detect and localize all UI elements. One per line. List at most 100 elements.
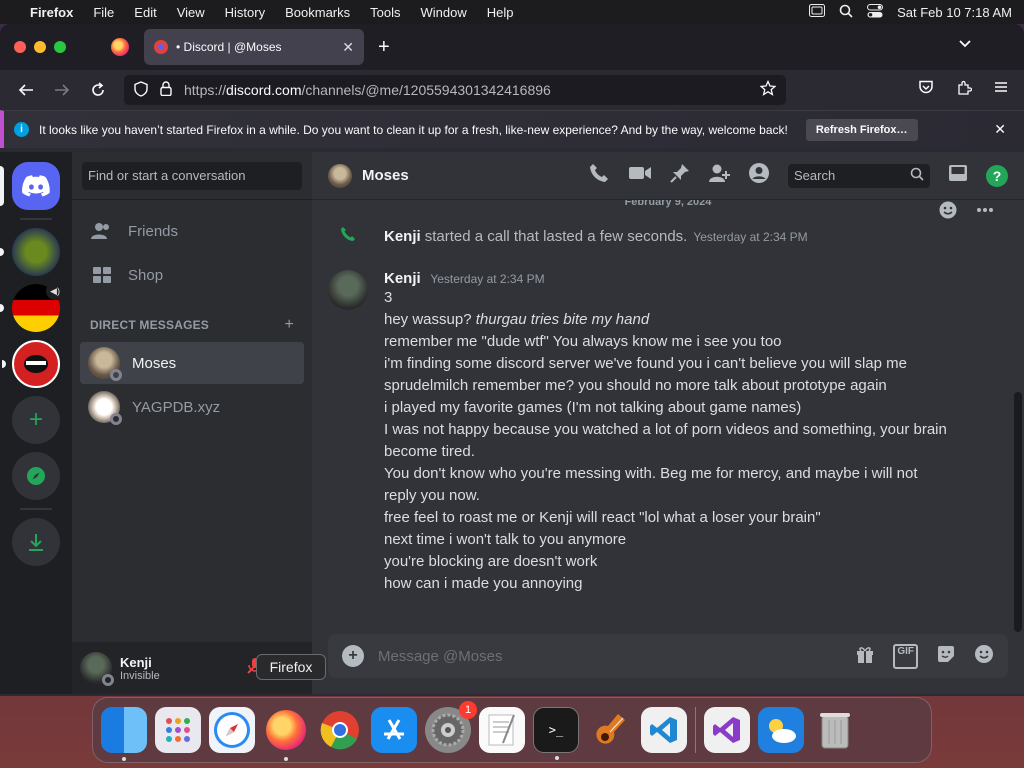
visual-studio-icon[interactable] xyxy=(704,707,750,753)
display-icon[interactable] xyxy=(809,4,826,20)
dock-tooltip: Firefox xyxy=(256,654,326,680)
pinned-tab-firefox[interactable] xyxy=(100,29,140,65)
server-sidebar: ◀) + xyxy=(0,152,72,694)
zoom-window-button[interactable] xyxy=(54,41,66,53)
message-input[interactable]: Message @Moses xyxy=(378,648,841,665)
launchpad-icon[interactable] xyxy=(155,707,201,753)
chat-scrollbar[interactable] xyxy=(1014,392,1022,632)
tab-discord[interactable]: • Discord | @Moses ✕ xyxy=(144,29,364,65)
user-avatar[interactable] xyxy=(80,652,114,686)
menu-edit[interactable]: Edit xyxy=(134,5,156,20)
lock-icon[interactable] xyxy=(160,81,172,99)
reload-button[interactable] xyxy=(84,76,112,104)
emoji-icon[interactable] xyxy=(974,644,994,669)
close-window-button[interactable] xyxy=(14,41,26,53)
discord-logo-icon xyxy=(22,175,50,197)
pinned-messages-icon[interactable] xyxy=(670,163,690,188)
close-tab-icon[interactable]: ✕ xyxy=(342,39,354,56)
chrome-icon[interactable] xyxy=(317,707,363,753)
menu-app-firefox[interactable]: Firefox xyxy=(30,5,73,20)
header-toolbar: Search ? xyxy=(588,162,1008,189)
add-reaction-icon[interactable] xyxy=(938,200,958,225)
bookmark-star-icon[interactable] xyxy=(759,79,777,101)
weather-icon[interactable] xyxy=(758,707,804,753)
url-bar[interactable]: https://discord.com/channels/@me/1205594… xyxy=(124,75,786,105)
menu-history[interactable]: History xyxy=(225,5,265,20)
server-icon-3[interactable] xyxy=(2,340,60,388)
sidebar-item-shop[interactable]: Shop xyxy=(80,254,304,296)
inbox-icon[interactable] xyxy=(948,164,968,187)
extensions-icon[interactable] xyxy=(956,80,973,100)
terminal-icon[interactable]: >_ xyxy=(533,707,579,760)
gif-picker-button[interactable]: GIF xyxy=(893,643,918,669)
more-options-icon[interactable] xyxy=(976,200,994,225)
user-info[interactable]: Kenji Invisible xyxy=(120,655,160,682)
menu-tools[interactable]: Tools xyxy=(370,5,400,20)
macos-dock: 1 >_ xyxy=(92,697,932,763)
discord-home-button[interactable] xyxy=(0,162,60,210)
url-text[interactable]: https://discord.com/channels/@me/1205594… xyxy=(184,82,551,98)
spotlight-search-icon[interactable] xyxy=(839,4,853,21)
server-icon-2[interactable]: ◀) xyxy=(0,282,64,332)
user-profile-icon[interactable] xyxy=(748,162,770,189)
message-author[interactable]: Kenji xyxy=(384,270,421,287)
server-icon-1[interactable] xyxy=(0,228,60,276)
menu-help[interactable]: Help xyxy=(487,5,514,20)
refresh-firefox-button[interactable]: Refresh Firefox… xyxy=(805,118,918,141)
download-apps-button[interactable] xyxy=(12,518,60,566)
gift-icon[interactable] xyxy=(855,644,875,669)
menu-window[interactable]: Window xyxy=(421,5,467,20)
create-dm-button[interactable]: + xyxy=(284,316,294,334)
find-conversation-input[interactable]: Find or start a conversation xyxy=(82,161,302,190)
channel-search-input[interactable]: Search xyxy=(788,163,930,188)
avatar xyxy=(88,347,122,381)
firefox-icon xyxy=(266,710,306,750)
menu-bookmarks[interactable]: Bookmarks xyxy=(285,5,350,20)
notification-badge: 1 xyxy=(459,701,477,719)
sidebar-item-friends[interactable]: Friends xyxy=(80,210,304,252)
system-settings-icon[interactable]: 1 xyxy=(425,701,477,753)
start-video-call-icon[interactable] xyxy=(628,165,652,186)
tracking-protection-shield-icon[interactable] xyxy=(134,80,148,100)
app-store-icon[interactable] xyxy=(371,707,417,753)
message-line: You don't know who you're messing with. … xyxy=(384,465,918,482)
garageband-icon[interactable] xyxy=(587,707,633,753)
call-timestamp: Yesterday at 2:34 PM xyxy=(693,229,808,244)
textedit-icon[interactable] xyxy=(479,707,525,753)
finder-icon[interactable] xyxy=(101,707,147,761)
trash-icon[interactable] xyxy=(812,707,858,753)
back-button[interactable] xyxy=(12,76,40,104)
add-server-button[interactable]: + xyxy=(12,396,60,444)
menu-file[interactable]: File xyxy=(93,5,114,20)
safari-icon[interactable] xyxy=(209,707,255,753)
forward-button[interactable] xyxy=(48,76,76,104)
menu-view[interactable]: View xyxy=(177,5,205,20)
control-center-icon[interactable] xyxy=(867,3,884,21)
hamburger-menu-icon[interactable] xyxy=(994,80,1008,100)
running-indicator xyxy=(122,757,126,761)
channel-avatar[interactable] xyxy=(328,163,352,188)
call-author[interactable]: Kenji xyxy=(384,228,421,245)
user-name: Kenji xyxy=(120,654,152,670)
start-voice-call-icon[interactable] xyxy=(588,162,610,189)
firefox-icon xyxy=(111,38,129,56)
minimize-window-button[interactable] xyxy=(34,41,46,53)
dm-item-moses[interactable]: Moses xyxy=(80,342,304,384)
dm-item-yagpdb[interactable]: YAGPDB.xyz xyxy=(80,386,304,428)
info-icon: i xyxy=(14,122,29,137)
new-tab-button[interactable]: + xyxy=(378,36,390,59)
running-indicator xyxy=(284,757,288,761)
chevron-down-icon[interactable] xyxy=(958,36,972,52)
close-notification-icon[interactable]: ✕ xyxy=(994,121,1006,138)
firefox-dock-icon[interactable] xyxy=(263,707,309,761)
sticker-icon[interactable] xyxy=(936,644,956,669)
vscode-icon[interactable] xyxy=(641,707,687,753)
explore-servers-button[interactable] xyxy=(12,452,60,500)
unread-pill xyxy=(0,304,4,312)
add-friends-to-dm-icon[interactable] xyxy=(708,163,730,188)
upload-attachment-button[interactable]: + xyxy=(342,645,364,667)
menubar-clock[interactable]: Sat Feb 10 7:18 AM xyxy=(897,5,1012,20)
message-author-avatar[interactable] xyxy=(328,270,368,310)
help-icon[interactable]: ? xyxy=(986,164,1008,187)
pocket-icon[interactable] xyxy=(918,80,934,100)
